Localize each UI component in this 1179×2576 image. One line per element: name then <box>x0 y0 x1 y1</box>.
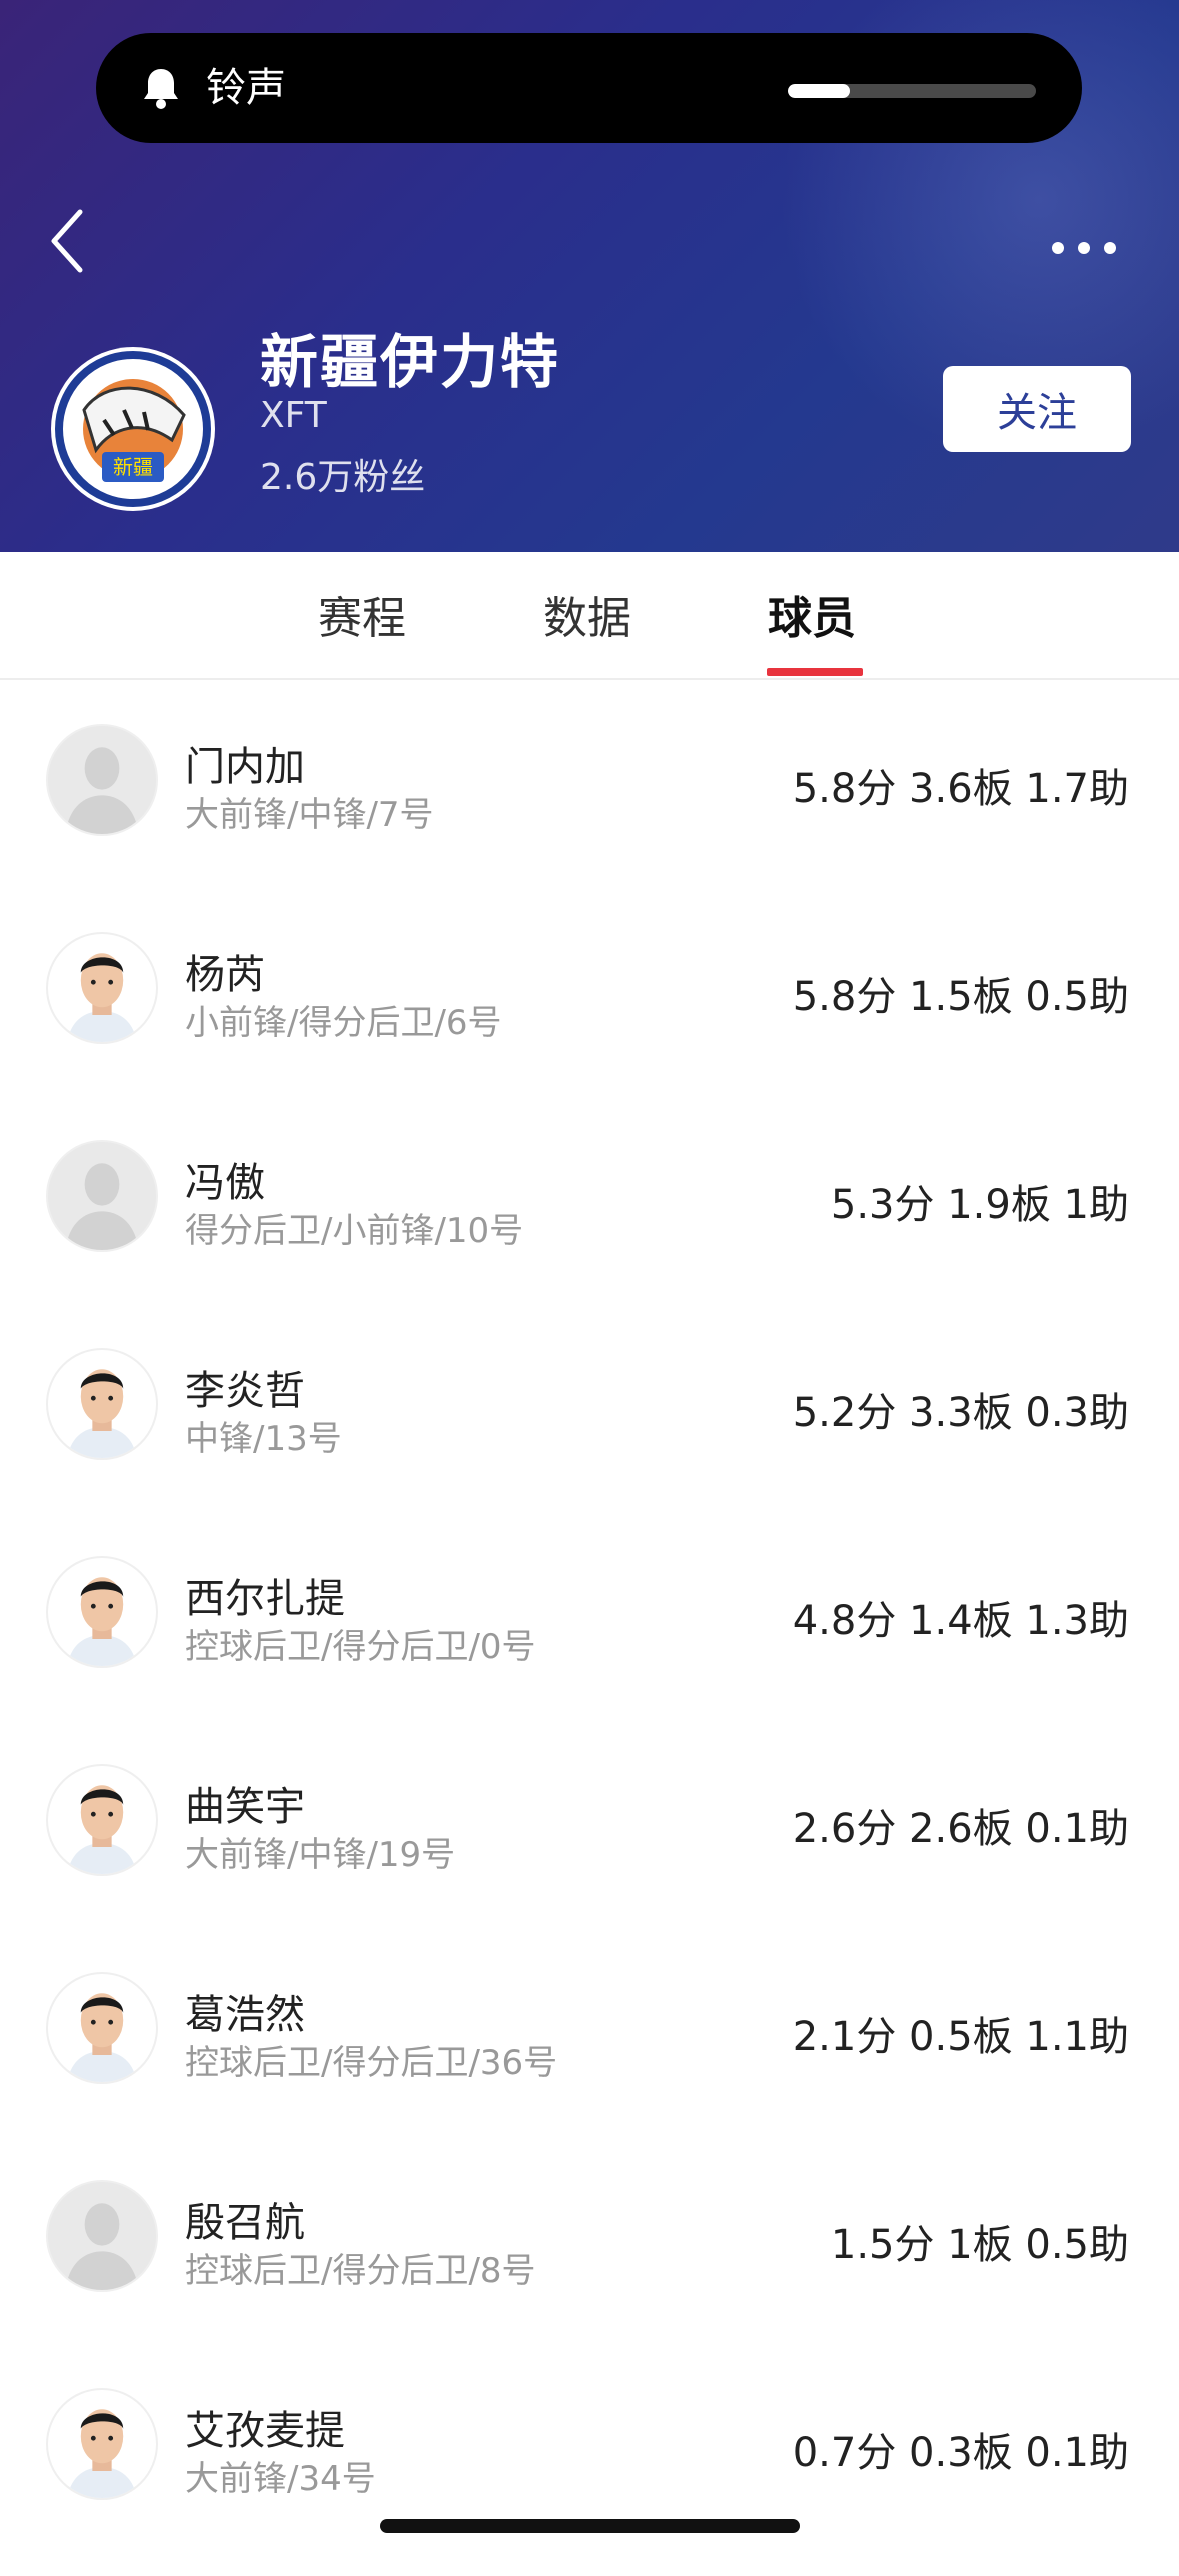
player-stats: 5.3分 1.9板 1助 <box>830 1182 1129 1228</box>
player-stats: 0.7分 0.3板 0.1助 <box>792 2430 1129 2476</box>
player-position: 小前锋/得分后卫/6号 <box>185 1003 502 1043</box>
tab-stats[interactable]: 数据 <box>543 582 631 646</box>
player-avatar <box>46 1556 158 1668</box>
player-name: 曲笑宇 <box>185 1784 305 1830</box>
ringer-hud: 铃声 <box>96 33 1082 143</box>
player-stats: 5.8分 3.6板 1.7助 <box>792 766 1129 812</box>
player-avatar <box>46 1972 158 2084</box>
player-position: 控球后卫/得分后卫/8号 <box>185 2251 536 2291</box>
player-row[interactable]: 门内加大前锋/中锋/7号 5.8分 3.6板 1.7助 <box>0 704 1179 912</box>
player-avatar <box>46 1764 158 1876</box>
player-position: 中锋/13号 <box>185 1419 342 1459</box>
player-stats: 2.1分 0.5板 1.1助 <box>792 2014 1129 2060</box>
player-name: 杨芮 <box>185 952 265 998</box>
player-stats: 4.8分 1.4板 1.3助 <box>792 1598 1129 1644</box>
player-row[interactable]: 艾孜麦提大前锋/34号 0.7分 0.3板 0.1助 <box>0 2368 1179 2576</box>
player-row[interactable]: 葛浩然控球后卫/得分后卫/36号 2.1分 0.5板 1.1助 <box>0 1952 1179 2160</box>
player-row[interactable]: 李炎哲中锋/13号 5.2分 3.3板 0.3助 <box>0 1328 1179 1536</box>
ringer-volume-fill <box>788 84 850 98</box>
player-name: 门内加 <box>185 744 305 790</box>
player-name: 殷召航 <box>185 2200 305 2246</box>
team-header: 铃声 新疆 新疆伊力特 XFT 2.6万粉丝 关注 <box>0 0 1179 552</box>
player-name: 冯傲 <box>185 1160 265 1206</box>
player-row[interactable]: 冯傲得分后卫/小前锋/10号 5.3分 1.9板 1助 <box>0 1120 1179 1328</box>
player-position: 大前锋/34号 <box>185 2459 376 2499</box>
home-indicator[interactable] <box>380 2519 800 2533</box>
ringer-volume-bar[interactable] <box>788 84 1036 98</box>
tab-schedule[interactable]: 赛程 <box>318 582 406 646</box>
player-stats: 1.5分 1板 0.5助 <box>830 2222 1129 2268</box>
player-position: 大前锋/中锋/7号 <box>185 795 434 835</box>
placeholder-avatar-icon <box>46 2180 158 2292</box>
placeholder-avatar-icon <box>46 724 158 836</box>
player-row[interactable]: 殷召航控球后卫/得分后卫/8号 1.5分 1板 0.5助 <box>0 2160 1179 2368</box>
player-avatar <box>46 1348 158 1460</box>
svg-text:新疆: 新疆 <box>113 455 153 479</box>
player-avatar <box>46 932 158 1044</box>
player-position: 得分后卫/小前锋/10号 <box>185 1211 524 1251</box>
player-avatar <box>46 2388 158 2500</box>
tab-bar: 赛程 数据 球员 <box>0 552 1179 680</box>
player-name: 葛浩然 <box>185 1992 305 2038</box>
ringer-label: 铃声 <box>206 65 286 111</box>
bell-icon <box>144 69 178 109</box>
follow-button[interactable]: 关注 <box>943 366 1131 452</box>
back-chevron-icon[interactable] <box>44 206 94 276</box>
player-name: 艾孜麦提 <box>185 2408 345 2454</box>
player-position: 控球后卫/得分后卫/0号 <box>185 1627 536 1667</box>
team-fan-count: 2.6万粉丝 <box>260 457 426 498</box>
team-logo-icon: 新疆 <box>51 347 215 511</box>
player-row[interactable]: 曲笑宇大前锋/中锋/19号 2.6分 2.6板 0.1助 <box>0 1744 1179 1952</box>
player-position: 大前锋/中锋/19号 <box>185 1835 456 1875</box>
team-name: 新疆伊力特 <box>260 328 561 396</box>
player-position: 控球后卫/得分后卫/36号 <box>185 2043 558 2083</box>
tab-players[interactable]: 球员 <box>768 582 856 646</box>
player-row[interactable]: 杨芮小前锋/得分后卫/6号 5.8分 1.5板 0.5助 <box>0 912 1179 1120</box>
player-row[interactable]: 西尔扎提控球后卫/得分后卫/0号 4.8分 1.4板 1.3助 <box>0 1536 1179 1744</box>
player-stats: 5.8分 1.5板 0.5助 <box>792 974 1129 1020</box>
more-options-icon[interactable] <box>1044 226 1124 270</box>
active-tab-indicator <box>767 668 863 676</box>
player-name: 李炎哲 <box>185 1368 305 1414</box>
player-stats: 2.6分 2.6板 0.1助 <box>792 1806 1129 1852</box>
team-abbreviation: XFT <box>260 395 327 436</box>
placeholder-avatar-icon <box>46 1140 158 1252</box>
player-name: 西尔扎提 <box>185 1576 345 1622</box>
player-stats: 5.2分 3.3板 0.3助 <box>792 1390 1129 1436</box>
